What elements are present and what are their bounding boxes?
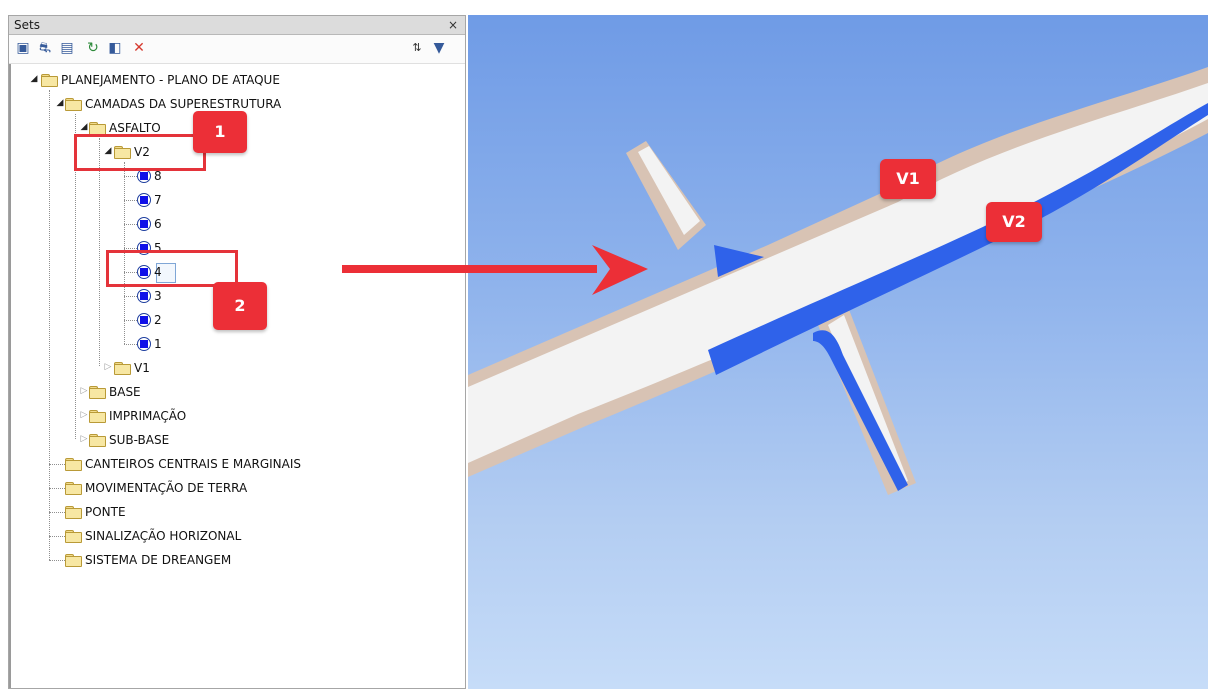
tree-connector [124, 344, 137, 345]
tree-connector [124, 176, 137, 177]
options-icon[interactable]: ▼ [429, 39, 449, 57]
tree-item-label: CAMADAS DA SUPERESTRUTURA [85, 97, 282, 111]
tree-item-label: BASE [109, 385, 141, 399]
road-model [468, 67, 1208, 495]
add-comment-icon[interactable]: ↻ [83, 39, 103, 57]
folder-icon [89, 409, 106, 423]
tree-item-base[interactable]: BASE [89, 382, 141, 402]
set-item-7[interactable]: 7 [137, 190, 162, 210]
set-item-1[interactable]: 1 [137, 334, 162, 354]
panel-titlebar: Sets × [9, 16, 465, 35]
selection-set-icon [137, 337, 151, 351]
folder-icon [41, 73, 58, 87]
tree-item-planejamento[interactable]: PLANEJAMENTO - PLANO DE ATAQUE [41, 70, 280, 90]
tree-item-label: 7 [154, 193, 162, 207]
tree-item-label: ASFALTO [109, 121, 161, 135]
tree-item-label: SUB-BASE [109, 433, 170, 447]
close-panel-button[interactable]: × [446, 16, 460, 34]
folder-icon [114, 361, 131, 375]
set-item-6[interactable]: 6 [137, 214, 162, 234]
tree-connector [124, 224, 137, 225]
tree-item-label: 8 [154, 169, 162, 183]
tree-item-camadas[interactable]: CAMADAS DA SUPERESTRUTURA [65, 94, 281, 114]
folder-icon [65, 481, 82, 495]
folder-icon [89, 433, 106, 447]
tree-item-subbase[interactable]: SUB-BASE [89, 430, 169, 450]
annotation-badge-v2: V2 [986, 202, 1042, 242]
collapse-arrow-icon[interactable]: ▷ [79, 386, 89, 396]
folder-icon [65, 457, 82, 471]
tree-connector [124, 200, 137, 201]
set-item-3[interactable]: 3 [137, 286, 162, 306]
save-selection-icon[interactable]: ▣ [13, 39, 33, 57]
tree-connector [49, 488, 65, 489]
sets-toolbar: ▣ ⛐ ▤ ↻ ◧ ✕ ⇅ ▼ [9, 35, 465, 64]
find-items-icon[interactable]: ⛐ [35, 39, 55, 57]
selection-set-icon [137, 193, 151, 207]
panel-title: Sets [14, 18, 40, 32]
tree-item-ponte[interactable]: PONTE [65, 502, 126, 522]
tree-connector [49, 464, 65, 465]
tree-item-drenagem[interactable]: SISTEMA DE DREANGEM [65, 550, 231, 570]
tree-connector [124, 248, 137, 249]
tree-item-label: PLANEJAMENTO - PLANO DE ATAQUE [61, 73, 280, 87]
3d-viewport[interactable]: V1 V2 [468, 15, 1208, 689]
selection-set-icon [137, 289, 151, 303]
tree-connector [99, 138, 100, 366]
folder-icon [65, 505, 82, 519]
expand-arrow-icon[interactable]: ◢ [55, 98, 65, 108]
tree-item-imprimacao[interactable]: IMPRIMAÇÃO [89, 406, 186, 426]
tree-connector [124, 296, 137, 297]
tree-connector [124, 320, 137, 321]
expand-arrow-icon[interactable]: ◢ [29, 74, 39, 84]
tree-connector [49, 90, 50, 560]
tree-item-label: CANTEIROS CENTRAIS E MARGINAIS [85, 457, 302, 471]
selection-set-icon [137, 313, 151, 327]
annotation-badge-v1: V1 [880, 159, 936, 199]
tree-connector [49, 536, 65, 537]
folder-icon [89, 385, 106, 399]
tree-item-label: MOVIMENTAÇÃO DE TERRA [85, 481, 248, 495]
tree-item-label: 3 [154, 289, 162, 303]
tree-item-label: 1 [154, 337, 162, 351]
import-export-icon[interactable]: ◧ [105, 39, 125, 57]
branch-surface [828, 315, 908, 486]
tree-item-label: PONTE [85, 505, 126, 519]
annotation-box-v2 [74, 134, 206, 171]
set-item-2[interactable]: 2 [137, 310, 162, 330]
red-arrow-icon [342, 245, 648, 295]
folder-icon [65, 553, 82, 567]
annotation-badge-1: 1 [193, 111, 247, 153]
tree-item-sinalizacao[interactable]: SINALIZAÇÃO HORIZONAL [65, 526, 241, 546]
collapse-arrow-icon[interactable]: ▷ [79, 434, 89, 444]
collapse-arrow-icon[interactable]: ▷ [103, 362, 113, 372]
annotation-badge-2: 2 [213, 282, 267, 330]
tree-item-canteiros[interactable]: CANTEIROS CENTRAIS E MARGINAIS [65, 454, 301, 474]
tree-item-label: V1 [134, 361, 150, 375]
collapse-arrow-icon[interactable]: ▷ [79, 410, 89, 420]
save-search-icon[interactable]: ▤ [57, 39, 77, 57]
tree-item-label: SINALIZAÇÃO HORIZONAL [85, 529, 242, 543]
tree-connector [49, 560, 65, 561]
selection-set-icon [137, 217, 151, 231]
folder-icon [65, 97, 82, 111]
tree-item-movimentacao[interactable]: MOVIMENTAÇÃO DE TERRA [65, 478, 247, 498]
delete-icon[interactable]: ✕ [129, 39, 149, 57]
folder-icon [89, 121, 106, 135]
selection-set-icon [137, 169, 151, 183]
expand-arrow-icon[interactable]: ◢ [79, 122, 89, 132]
tree-item-label: SISTEMA DE DREANGEM [85, 553, 232, 567]
tree-item-label: 2 [154, 313, 162, 327]
tree-item-v1[interactable]: V1 [114, 358, 150, 378]
tree-item-label: 6 [154, 217, 162, 231]
tree-item-label: IMPRIMAÇÃO [109, 409, 187, 423]
tree-connector [49, 512, 65, 513]
sort-icon[interactable]: ⇅ [407, 39, 427, 57]
folder-icon [65, 529, 82, 543]
